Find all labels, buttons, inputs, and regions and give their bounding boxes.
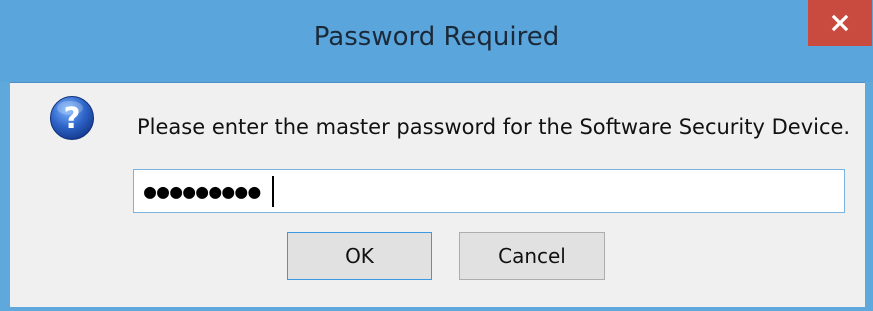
text-caret [272,176,274,207]
question-icon: ? [49,95,95,141]
password-dialog: Password Required ? Please enter the mas… [0,0,873,311]
dialog-body: ? Please enter the master password for t… [10,82,865,307]
close-icon [831,14,849,32]
dialog-message: Please enter the master password for the… [137,115,851,139]
ok-button[interactable]: OK [287,232,432,280]
svg-text:?: ? [64,101,81,135]
master-password-input[interactable] [133,169,845,213]
close-button[interactable] [808,0,872,46]
dialog-title: Password Required [313,22,560,52]
cancel-button[interactable]: Cancel [459,232,605,280]
title-bar[interactable]: Password Required [0,0,873,82]
